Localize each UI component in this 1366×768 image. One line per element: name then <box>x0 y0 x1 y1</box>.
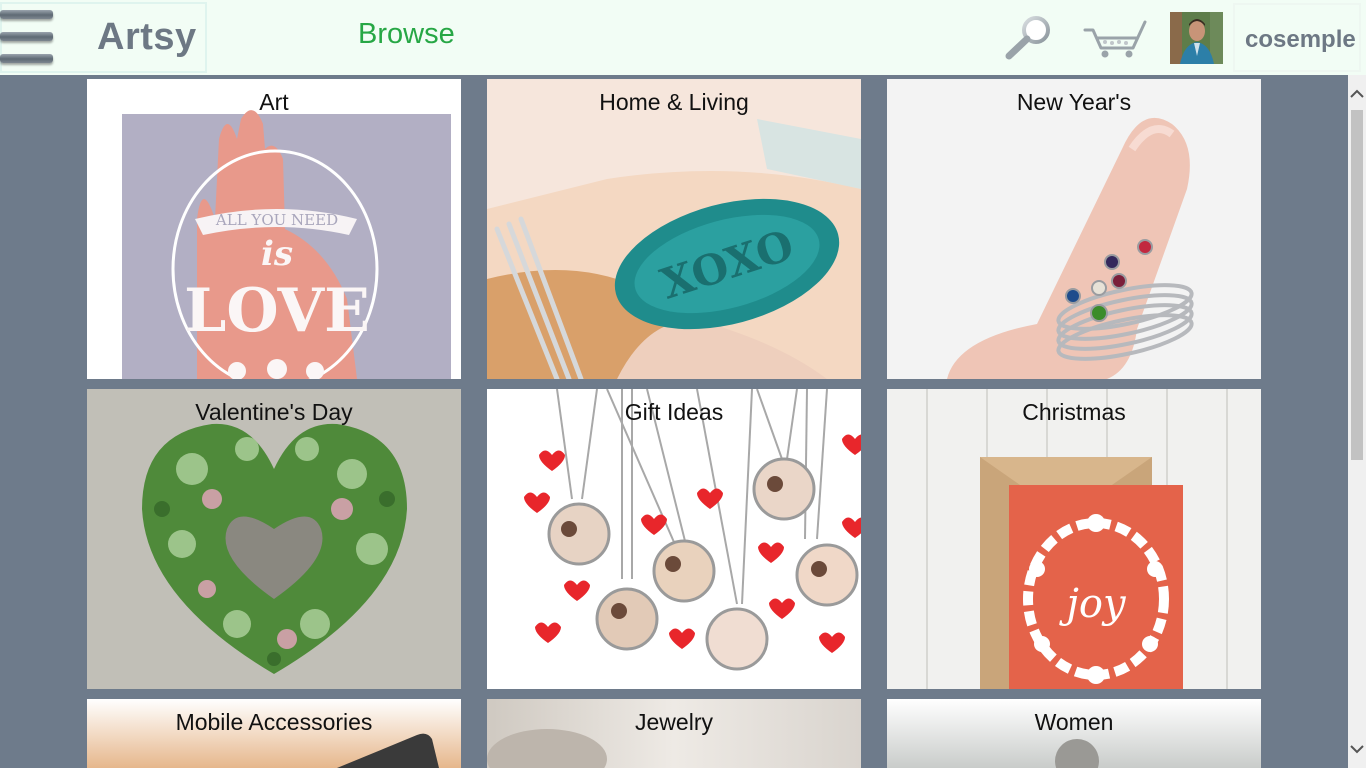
search-icon[interactable] <box>1003 14 1055 62</box>
gift-ideas-image <box>487 389 861 689</box>
art-banner-text: ALL YOU NEED <box>215 211 338 229</box>
category-tile-gift-ideas[interactable]: Gift Ideas <box>487 389 861 689</box>
cart-icon[interactable] <box>1083 18 1149 60</box>
category-label: Home & Living <box>599 89 749 115</box>
scroll-down-arrow-icon[interactable] <box>1348 738 1366 760</box>
new-years-image <box>887 79 1261 379</box>
browse-link[interactable]: Browse <box>358 18 455 51</box>
category-tile-new-years[interactable]: New Year's <box>887 79 1261 379</box>
scroll-up-arrow-icon[interactable] <box>1348 83 1366 105</box>
app-header: Artsy Browse cosemple <box>0 0 1366 75</box>
category-label: Gift Ideas <box>624 399 724 425</box>
category-tile-home-living[interactable]: XOXO Home & Living <box>487 79 861 379</box>
category-tile-valentines-day[interactable]: Valentine's Day <box>87 389 461 689</box>
scroll-thumb[interactable] <box>1351 110 1363 460</box>
category-label: New Year's <box>1016 89 1132 115</box>
category-label: Art <box>259 89 289 115</box>
vertical-scrollbar[interactable] <box>1348 75 1366 768</box>
category-tile-christmas[interactable]: joy Christmas <box>887 389 1261 689</box>
art-image: ALL YOU NEED is LOVE <box>87 79 461 379</box>
username-label[interactable]: cosemple <box>1245 26 1356 54</box>
art-love-text: LOVE <box>184 276 370 346</box>
category-label: Valentine's Day <box>195 399 353 425</box>
category-label: Jewelry <box>635 709 713 735</box>
category-label: Women <box>1034 709 1114 735</box>
app-title: Artsy <box>97 16 197 58</box>
valentines-image <box>87 389 461 689</box>
christmas-image: joy <box>887 389 1261 689</box>
category-tile-jewelry[interactable]: Jewelry <box>487 699 861 768</box>
category-label: Mobile Accessories <box>175 709 373 735</box>
category-label: Christmas <box>1022 399 1126 425</box>
home-living-image: XOXO <box>487 79 861 379</box>
art-is-text: is <box>261 234 293 274</box>
hamburger-menu-icon[interactable] <box>0 8 56 66</box>
category-tile-women[interactable]: Women <box>887 699 1261 768</box>
category-tile-mobile-accessories[interactable]: Mobile Accessories <box>87 699 461 768</box>
christmas-card-text: joy <box>1058 581 1126 627</box>
category-tile-art[interactable]: ALL YOU NEED is LOVE Art <box>87 79 461 379</box>
user-avatar[interactable] <box>1170 12 1223 64</box>
